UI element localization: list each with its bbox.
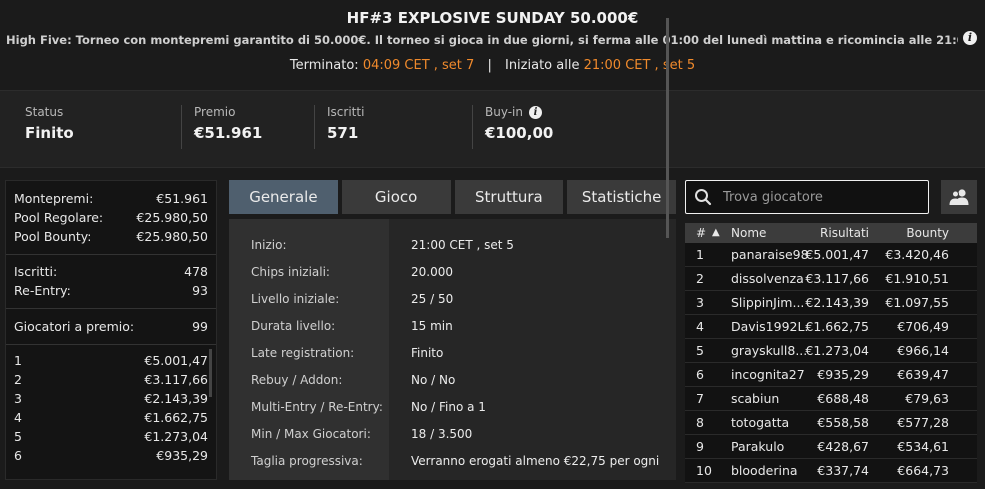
prize-value: €51.961 [194,124,263,142]
buyin-stat: Buy-in i €100,00 [472,105,553,149]
regular-pool-row: Pool Regolare: €25.980,50 [6,208,216,227]
bounty-pool-row: Pool Bounty: €25.980,50 [6,227,216,246]
status-stat: Status Finito [25,105,74,149]
detail-row: Rebuy / Addon: No / No [251,373,456,387]
detail-row: Late registration: Finito [251,346,444,360]
general-details-panel: Inizio: 21:00 CET , set 5 Chips iniziali:… [229,219,676,480]
prizepool-value: €51.961 [156,191,208,206]
prizepool-label: Montepremi: [14,191,94,206]
prize-stat: Premio €51.961 [181,105,262,149]
payout-row: 1 €5.001,47 [14,353,208,368]
entrants-stat: Iscritti 571 [314,105,364,149]
table-row[interactable]: 5 grayskull8... €1.273,04 €966,14 [685,339,977,363]
table-row[interactable]: 8 totogatta €558,58 €577,28 [685,411,977,435]
entrants-value: 478 [184,264,208,279]
buyin-label: Buy-in [485,105,523,119]
search-icon [695,189,712,206]
tab-statistiche[interactable]: Statistiche [567,180,676,214]
sort-arrow-icon[interactable]: ▲ [712,223,720,243]
started-value: 21:00 CET , set 5 [583,58,696,73]
table-row[interactable]: 9 Parakulo €428,67 €534,61 [685,435,977,459]
tournament-title: HF#3 EXPLOSIVE SUNDAY 50.000€ [346,9,639,27]
table-row[interactable]: 1 panaraise98 €5.001,47 €3.420,46 [685,243,977,267]
people-icon [949,189,969,205]
prize-pool-panel: Montepremi: €51.961 Pool Regolare: €25.9… [5,180,217,480]
tab-generale[interactable]: Generale [229,180,338,214]
entrants-label: Iscritti: [14,264,58,279]
ended-value: 04:09 CET , set 7 [362,58,475,73]
reentry-row: Re-Entry: 93 [6,281,216,300]
detail-row: Livello iniziale: 25 / 50 [251,292,454,306]
tournament-times: Terminato: 04:09 CET , set 7 | Iniziato … [0,58,985,73]
paid-players-value: 99 [192,319,208,334]
col-results-header[interactable]: Risultati [820,223,869,243]
detail-row: Chips iniziali: 20.000 [251,265,453,279]
entrants-label: Iscritti [327,105,365,119]
status-value: Finito [25,124,74,142]
tab-bar: Generale Gioco Struttura Statistiche [229,180,676,214]
detail-row: Taglia progressiva: Verranno erogati alme… [251,454,660,468]
prizepool-row: Montepremi: €51.961 [6,189,216,208]
regular-pool-value: €25.980,50 [136,210,208,225]
player-search-input[interactable]: Trova giocatore [685,180,929,214]
entrants-row: Iscritti: 478 [6,262,216,281]
buyin-value: €100,00 [485,124,554,142]
tab-gioco[interactable]: Gioco [341,180,451,214]
detail-row: Inizio: 21:00 CET , set 5 [251,238,514,252]
info-icon[interactable]: i [963,31,977,45]
payout-row: 5 €1.273,04 [14,429,208,444]
details-scrollbar[interactable] [666,18,669,238]
payout-row: 3 €2.143,39 [14,391,208,406]
payout-row: 4 €1.662,75 [14,410,208,425]
entrants-value: 571 [327,124,359,142]
players-table: # ▲ Nome Risultati Bounty 1 panaraise98 €5… [685,223,977,483]
payout-scrollbar[interactable] [209,349,212,397]
tournament-description: High Five: Torneo con montepremi garanti… [6,33,958,47]
players-button[interactable] [941,180,977,214]
table-row[interactable]: 3 SlippinJim... €2.143,39 €1.097,55 [685,291,977,315]
col-name-header[interactable]: Nome [731,223,809,243]
col-rank-header[interactable]: # [696,223,706,243]
table-row[interactable]: 2 dissolvenza €3.117,66 €1.910,51 [685,267,977,291]
detail-row: Durata livello: 15 min [251,319,453,333]
paid-players-row: Giocatori a premio: 99 [6,317,216,336]
payout-list[interactable]: 1 €5.001,47 2 €3.117,66 3 €2.143,39 4 €1.662… [6,351,216,465]
tab-struttura[interactable]: Struttura [454,180,564,214]
summary-bar: Status Finito Premio €51.961 Iscritti 57… [0,90,985,168]
detail-row: Multi-Entry / Re-Entry: No / Fino a 1 [251,400,486,414]
started-label: Iniziato alle [504,58,580,73]
table-header: # ▲ Nome Risultati Bounty [685,223,977,243]
reentry-label: Re-Entry: [14,283,71,298]
col-bounty-header[interactable]: Bounty [906,223,949,243]
paid-players-label: Giocatori a premio: [14,319,135,334]
search-placeholder: Trova giocatore [723,190,823,205]
detail-row: Min / Max Giocatori: 18 / 3.500 [251,427,473,441]
ended-label: Terminato: [289,58,359,73]
bounty-pool-value: €25.980,50 [136,229,208,244]
status-label: Status [25,105,64,119]
regular-pool-label: Pool Regolare: [14,210,104,225]
payout-row: 6 €935,29 [14,448,208,463]
times-separator: | [487,58,492,73]
payout-row: 2 €3.117,66 [14,372,208,387]
bounty-pool-label: Pool Bounty: [14,229,92,244]
table-row[interactable]: 6 incognita27 €935,29 €639,47 [685,363,977,387]
buyin-info-icon[interactable]: i [529,105,542,119]
table-row[interactable]: 10 blooderina €337,74 €664,73 [685,459,977,483]
table-row[interactable]: 7 scabiun €688,48 €79,63 [685,387,977,411]
reentry-value: 93 [192,283,208,298]
table-row[interactable]: 4 Davis1992L... €1.662,75 €706,49 [685,315,977,339]
prize-label: Premio [194,105,236,119]
